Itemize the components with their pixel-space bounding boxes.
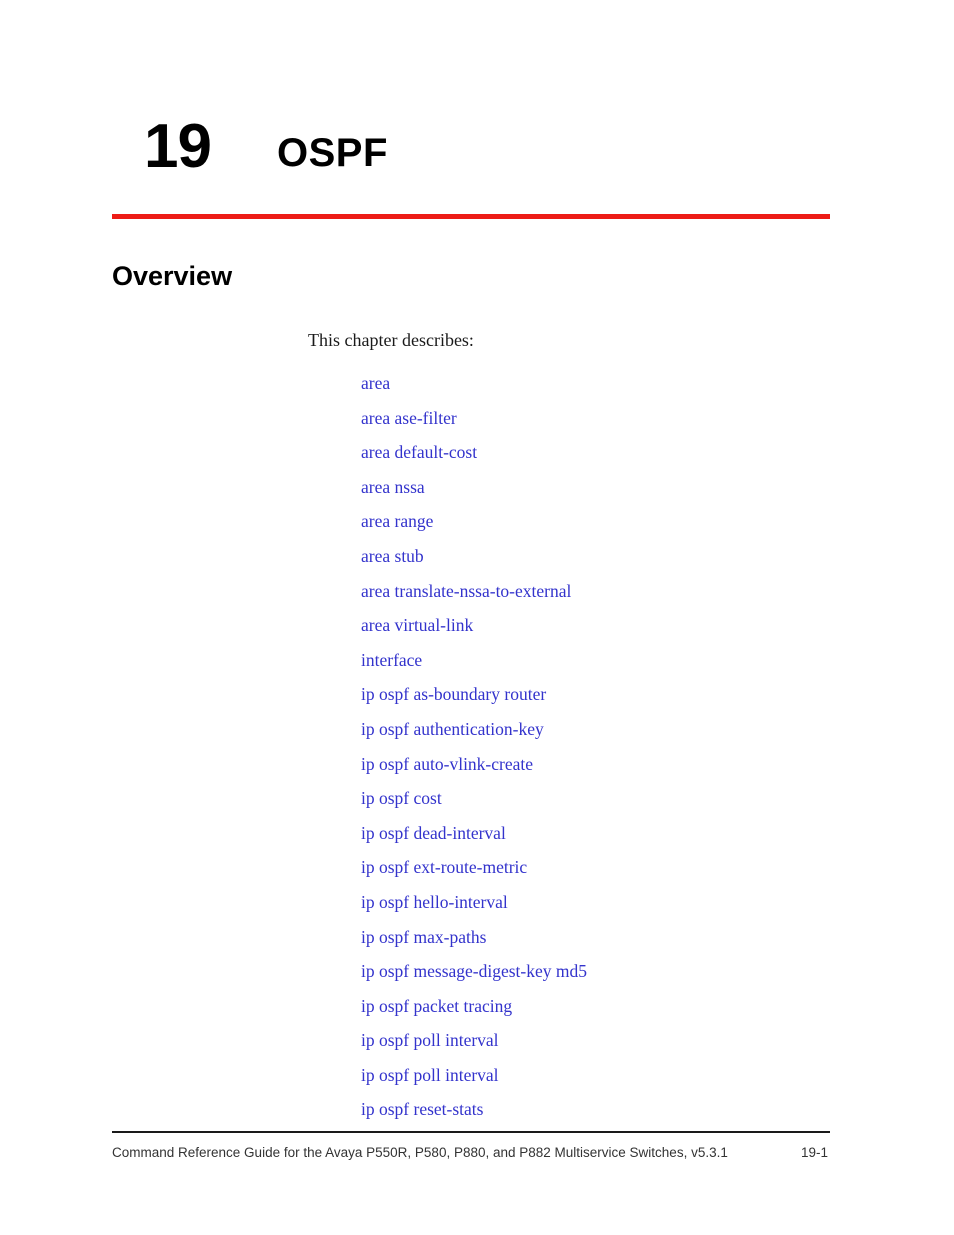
xref-link[interactable]: ip ospf ext-route-metric [361,856,821,891]
document-page: 19 OSPF Overview This chapter describes:… [0,0,954,1235]
xref-link[interactable]: ip ospf poll interval [361,1029,821,1064]
xref-link[interactable]: ip ospf hello-interval [361,891,821,926]
xref-link[interactable]: ip ospf auto-vlink-create [361,753,821,788]
chapter-number: 19 [144,112,212,181]
xref-link[interactable]: ip ospf as-boundary router [361,683,821,718]
xref-link[interactable]: area default-cost [361,441,821,476]
footer-page-number: 19-1 [800,1144,828,1160]
xref-link[interactable]: area ase-filter [361,407,821,442]
xref-link[interactable]: ip ospf message-digest-key md5 [361,960,821,995]
footer-document-title: Command Reference Guide for the Avaya P5… [112,1144,728,1160]
xref-link[interactable]: area nssa [361,476,821,511]
chapter-accent-rule [112,214,830,219]
xref-link[interactable]: area translate-nssa-to-external [361,580,821,615]
xref-link[interactable]: area stub [361,545,821,580]
xref-link[interactable]: interface [361,649,821,684]
intro-paragraph: This chapter describes: [308,330,474,350]
xref-link[interactable]: ip ospf cost [361,787,821,822]
xref-link[interactable]: ip ospf dead-interval [361,822,821,857]
xref-link[interactable]: ip ospf reset-stats [361,1098,821,1133]
xref-link[interactable]: ip ospf max-paths [361,926,821,961]
section-heading-overview: Overview [112,261,233,291]
xref-link[interactable]: area [361,372,821,407]
xref-link[interactable]: ip ospf packet tracing [361,995,821,1030]
xref-link[interactable]: area range [361,510,821,545]
xref-link[interactable]: ip ospf poll interval [361,1064,821,1099]
chapter-header: 19 OSPF [112,96,830,178]
xref-link[interactable]: ip ospf authentication-key [361,718,821,753]
chapter-title: OSPF [277,131,388,175]
cross-reference-list: area area ase-filter area default-cost area… [361,372,821,1133]
xref-link[interactable]: area virtual-link [361,614,821,649]
footer-divider [112,1131,830,1133]
page-footer: Command Reference Guide for the Avaya P5… [112,1141,830,1163]
